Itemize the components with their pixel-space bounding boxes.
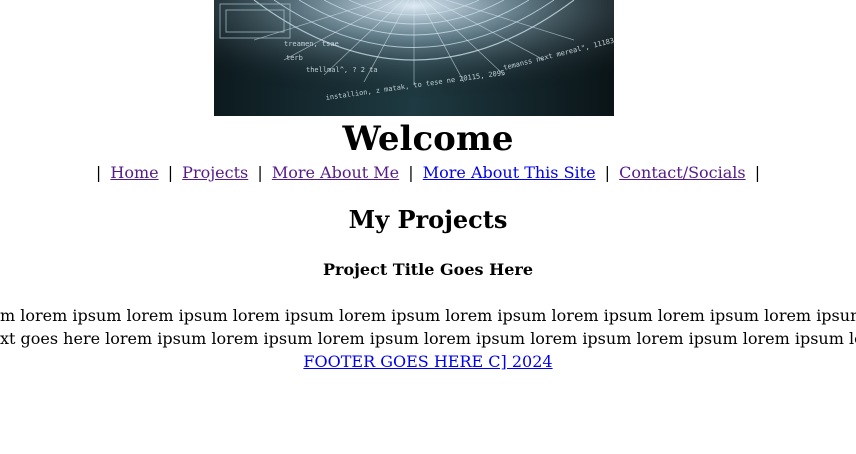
project-description-line-2: xt goes here lorem ipsum lorem ipsum lor… <box>0 329 856 348</box>
page-title: Welcome <box>342 119 514 159</box>
nav-link-contact-socials[interactable]: Contact/Socials <box>619 163 745 182</box>
project-description-line-1: m lorem ipsum lorem ipsum lorem ipsum lo… <box>0 306 856 325</box>
nav-link-home[interactable]: Home <box>110 163 158 182</box>
project-title: Project Title Goes Here <box>322 260 533 279</box>
nav-link-more-about-this-site[interactable]: More About This Site <box>423 163 596 182</box>
nav-separator: | <box>257 163 263 182</box>
code-line-3: thellmal^, ? 2 ta <box>306 66 378 74</box>
footer-link[interactable]: FOOTER GOES HERE C] 2024 <box>303 352 552 371</box>
nav-separator: | <box>95 163 102 182</box>
section-title-projects: My Projects <box>348 205 508 234</box>
footer: FOOTER GOES HERE C] 2024 <box>0 351 856 373</box>
nav-separator: | <box>408 163 414 182</box>
nav-separator: | <box>167 163 174 182</box>
main-nav: | Home | Projects | More About Me | More… <box>0 162 856 184</box>
page: treamen, tsae terb thellmal^, ? 2 ta ins… <box>0 0 856 454</box>
nav-link-projects[interactable]: Projects <box>182 163 248 182</box>
nav-separator: | <box>604 163 611 182</box>
code-line-2: terb <box>286 54 303 62</box>
nav-separator: | <box>754 163 761 182</box>
header-banner-image: treamen, tsae terb thellmal^, ? 2 ta ins… <box>214 0 614 116</box>
code-arc-illustration: treamen, tsae terb thellmal^, ? 2 ta ins… <box>214 0 614 116</box>
code-line-1: treamen, tsae <box>284 40 339 48</box>
nav-link-more-about-me[interactable]: More About Me <box>272 163 399 182</box>
